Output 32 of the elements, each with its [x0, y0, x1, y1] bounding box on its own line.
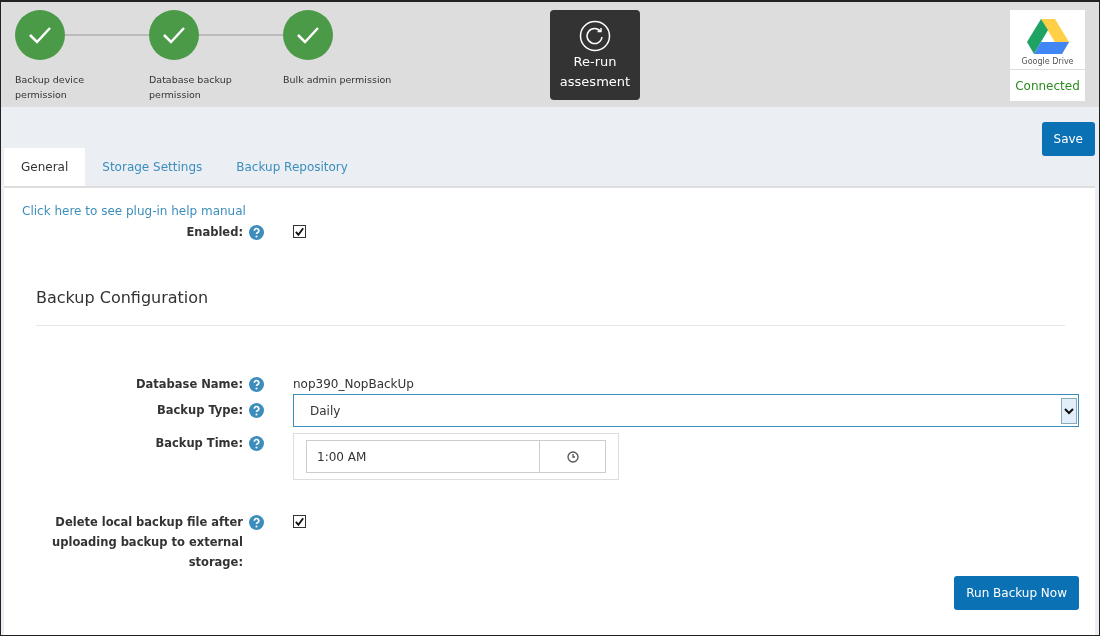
checkbox[interactable]: [293, 225, 306, 238]
run-backup-button[interactable]: Run Backup Now: [954, 576, 1079, 610]
help-icon[interactable]: [249, 436, 264, 451]
step-label: Bulk admin permission: [283, 73, 393, 87]
step-label: Backup device permission: [15, 73, 86, 102]
tab[interactable]: Backup Repository: [219, 148, 365, 186]
help-icon[interactable]: [249, 377, 264, 392]
backup-type-dropdown[interactable]: Daily: [293, 394, 1079, 427]
caret-icon: [1061, 397, 1077, 424]
field-label: Delete local backup file after uploading backup to external storage:: [51, 514, 243, 571]
drive-logo-icon: [1026, 18, 1069, 54]
save-button[interactable]: Save: [1041, 122, 1095, 156]
field-label: Backup Time:: [155, 435, 243, 452]
step-label: Database backup permission: [149, 73, 233, 102]
help-manual-link[interactable]: Click here to see plug-in help manual: [22, 204, 246, 218]
connection-status: Connected: [1014, 77, 1081, 95]
tab[interactable]: General: [4, 148, 86, 186]
help-icon[interactable]: [249, 403, 264, 418]
field-label: Enabled:: [186, 224, 243, 241]
help-icon[interactable]: [249, 225, 264, 240]
refresh-icon: [579, 20, 611, 52]
tab[interactable]: Storage Settings: [85, 148, 220, 186]
clock-icon[interactable]: [566, 450, 579, 463]
section-title: Backup Configuration: [36, 288, 1065, 326]
field-label: Backup Type:: [156, 402, 243, 419]
field-label: Database Name:: [136, 376, 243, 393]
help-icon[interactable]: [249, 515, 264, 530]
field-value: nop390_NopBackUp: [293, 376, 414, 393]
rerun-button[interactable]: Re-run assesment: [550, 10, 640, 100]
storage-name: Google Drive: [1021, 57, 1074, 66]
checkbox[interactable]: [293, 515, 306, 528]
time-input[interactable]: 1:00 AM: [306, 440, 540, 473]
